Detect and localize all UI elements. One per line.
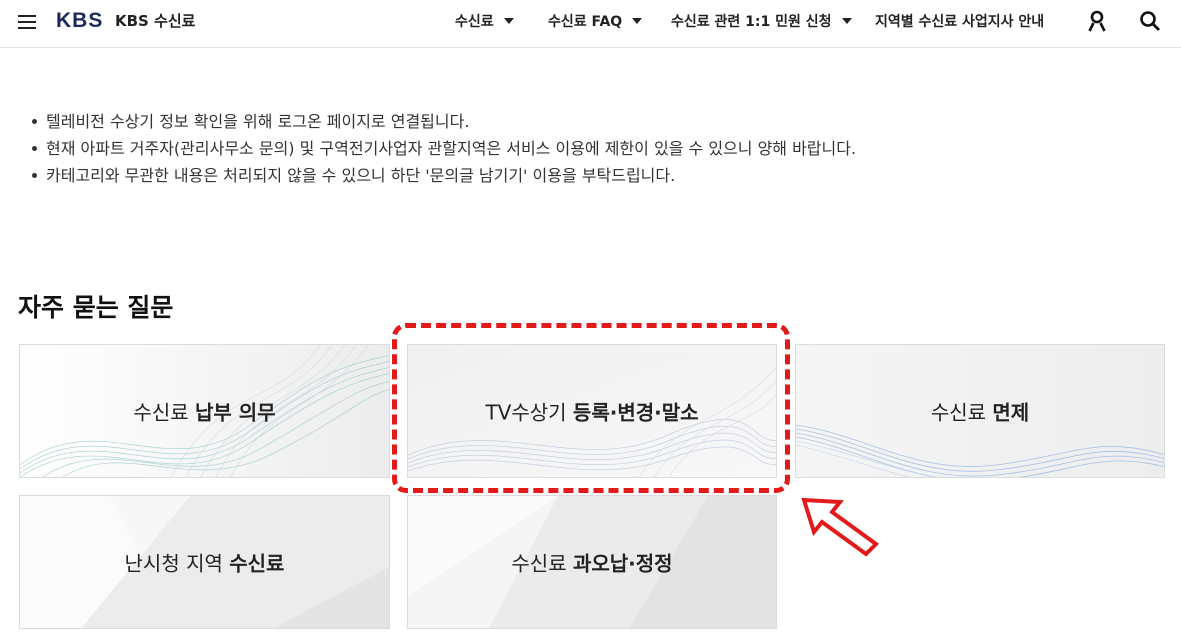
menu-icon[interactable] xyxy=(18,15,36,29)
nav-item-label: 수신료 FAQ xyxy=(548,14,623,30)
caret-down-icon xyxy=(503,18,514,24)
nav-item-branch[interactable]: 지역별 수신료 사업지사 안내 xyxy=(875,12,1044,32)
user-icon[interactable] xyxy=(1086,9,1110,33)
notice-item: 카테고리와 무관한 내용은 처리되지 않을 수 있으니 하단 '문의글 남기기'… xyxy=(32,162,856,189)
pointer-arrow-icon xyxy=(801,497,880,557)
faq-card-tv-registration[interactable]: TV수상기 등록·변경·말소 xyxy=(407,344,777,478)
card-label-normal: 수신료 xyxy=(930,400,993,425)
service-name[interactable]: KBS 수신료 xyxy=(115,11,195,31)
card-label-normal: 수신료 xyxy=(511,551,573,576)
card-label-bold: 등록·변경·말소 xyxy=(572,400,699,425)
card-label: 수신료 납부 의무 xyxy=(20,397,389,426)
caret-down-icon xyxy=(841,18,852,24)
nav-item-label: 수신료 관련 1:1 민원 신청 xyxy=(671,14,832,30)
card-label: 난시청 지역 수신료 xyxy=(20,548,389,577)
card-label-normal: 난시청 지역 xyxy=(124,551,230,576)
card-label-normal: 수신료 xyxy=(133,400,195,425)
card-label: 수신료 과오납·정정 xyxy=(408,548,776,577)
faq-card-overpayment[interactable]: 수신료 과오납·정정 xyxy=(407,495,777,629)
nav-item-label: 지역별 수신료 사업지사 안내 xyxy=(875,14,1045,30)
caret-down-icon xyxy=(632,18,643,24)
faq-card-exemption[interactable]: 수신료 면제 xyxy=(795,344,1165,478)
card-label-bold: 수신료 xyxy=(229,551,285,576)
faq-section-title: 자주 묻는 질문 xyxy=(18,293,174,322)
search-icon[interactable] xyxy=(1138,9,1162,33)
nav-item-fee[interactable]: 수신료 xyxy=(455,12,514,32)
card-label-bold: 납부 의무 xyxy=(194,400,276,425)
faq-card-payment-duty[interactable]: 수신료 납부 의무 xyxy=(19,344,390,478)
kbs-logo[interactable]: KBS xyxy=(56,9,103,33)
nav-item-complaint[interactable]: 수신료 관련 1:1 민원 신청 xyxy=(671,12,852,32)
nav-item-faq[interactable]: 수신료 FAQ xyxy=(548,12,643,32)
faq-card-poor-reception[interactable]: 난시청 지역 수신료 xyxy=(19,495,390,629)
notice-item: 텔레비전 수상기 정보 확인을 위해 로그온 페이지로 연결됩니다. xyxy=(32,108,856,135)
notice-list: 텔레비전 수상기 정보 확인을 위해 로그온 페이지로 연결됩니다. 현재 아파… xyxy=(32,108,856,189)
card-label-normal: TV수상기 xyxy=(485,400,573,425)
card-label-bold: 과오납·정정 xyxy=(572,551,673,576)
notice-item: 현재 아파트 거주자(관리사무소 문의) 및 구역전기사업자 관할지역은 서비스… xyxy=(32,135,856,162)
card-label-bold: 면제 xyxy=(992,400,1030,425)
nav-item-label: 수신료 xyxy=(455,14,494,30)
top-header: KBS KBS 수신료 수신료 수신료 FAQ 수신료 관련 1:1 민원 신청… xyxy=(0,0,1181,48)
card-label: 수신료 면제 xyxy=(796,397,1164,426)
card-label: TV수상기 등록·변경·말소 xyxy=(408,397,776,426)
